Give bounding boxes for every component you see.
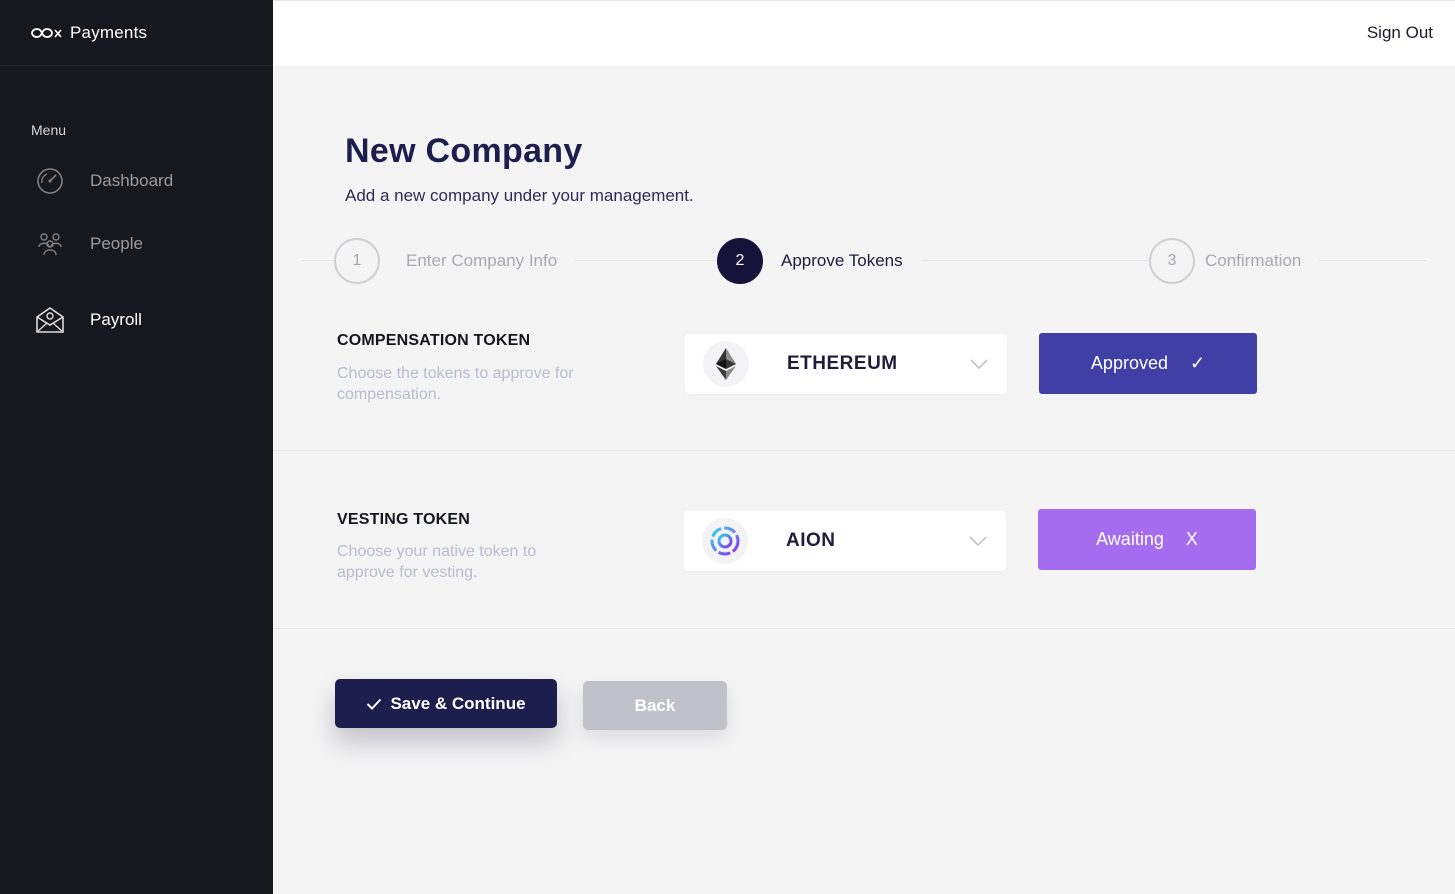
- step-enter-company-info[interactable]: 1 Enter Company Info: [334, 238, 576, 284]
- vesting-token-select[interactable]: AION: [684, 511, 1006, 571]
- vesting-token-description: Choose your native token to approve for …: [337, 543, 537, 581]
- envelope-icon: [34, 304, 66, 336]
- status-label: Approved: [1090, 353, 1168, 373]
- selected-token: ETHEREUM: [787, 353, 898, 374]
- check-icon: [366, 698, 382, 710]
- page-subtitle: Add a new company under your management.: [345, 186, 694, 205]
- sidebar-item-label: People: [90, 234, 143, 253]
- chevron-down-icon: [969, 358, 989, 370]
- infinity-x-icon: [30, 26, 62, 40]
- step-number: 3: [1149, 238, 1195, 284]
- top-bar: Sign Out: [273, 0, 1455, 66]
- chevron-down-icon: [968, 535, 988, 547]
- sidebar-item-label: Payroll: [90, 310, 142, 329]
- aion-icon: [702, 518, 748, 564]
- compensation-token-select[interactable]: ETHEREUM: [685, 334, 1007, 394]
- checkmark-icon: ✓: [1189, 353, 1206, 373]
- close-icon: X: [1185, 529, 1198, 549]
- awaiting-button[interactable]: Awaiting X: [1038, 509, 1256, 570]
- main-content: New Company Add a new company under your…: [273, 66, 1455, 894]
- row-divider: [273, 628, 1455, 629]
- compensation-token-title: COMPENSATION TOKEN: [337, 332, 531, 349]
- stepper: 1 Enter Company Info 2 Approve Tokens 3 …: [273, 238, 1455, 284]
- brand-name: Payments: [70, 22, 148, 42]
- step-label: Approve Tokens: [781, 251, 903, 270]
- speedometer-icon: [34, 165, 66, 197]
- step-label: Confirmation: [1205, 251, 1302, 270]
- step-number: 1: [334, 238, 380, 284]
- sidebar: Payments Menu Dashboard People Payroll: [0, 0, 273, 894]
- ethereum-icon: [703, 341, 749, 387]
- save-and-continue-button[interactable]: Save & Continue: [335, 679, 557, 728]
- sidebar-item-payroll[interactable]: Payroll: [34, 304, 142, 336]
- sidebar-item-label: Dashboard: [90, 171, 174, 190]
- step-confirmation[interactable]: 3 Confirmation: [1149, 238, 1320, 284]
- menu-label: Menu: [31, 122, 67, 138]
- sign-out-button[interactable]: Sign Out: [1367, 23, 1433, 43]
- selected-token: AION: [786, 530, 836, 551]
- status-label: Awaiting: [1096, 529, 1164, 549]
- row-divider: [273, 450, 1455, 451]
- people-icon: [34, 228, 66, 260]
- sidebar-item-people[interactable]: People: [34, 228, 143, 260]
- step-label: Enter Company Info: [406, 251, 558, 270]
- step-number: 2: [717, 238, 763, 284]
- page-title: New Company: [345, 132, 583, 170]
- save-button-label: Save & Continue: [390, 693, 526, 713]
- back-button[interactable]: Back: [583, 681, 727, 730]
- vesting-token-title: VESTING TOKEN: [337, 511, 470, 528]
- app: Payments Menu Dashboard People Payroll S…: [0, 0, 1455, 894]
- step-approve-tokens[interactable]: 2 Approve Tokens: [717, 238, 921, 284]
- sidebar-item-dashboard[interactable]: Dashboard: [34, 165, 173, 197]
- brand[interactable]: Payments: [0, 0, 273, 66]
- compensation-token-description: Choose the tokens to approve for compens…: [337, 365, 574, 403]
- approved-button[interactable]: Approved ✓: [1039, 333, 1257, 394]
